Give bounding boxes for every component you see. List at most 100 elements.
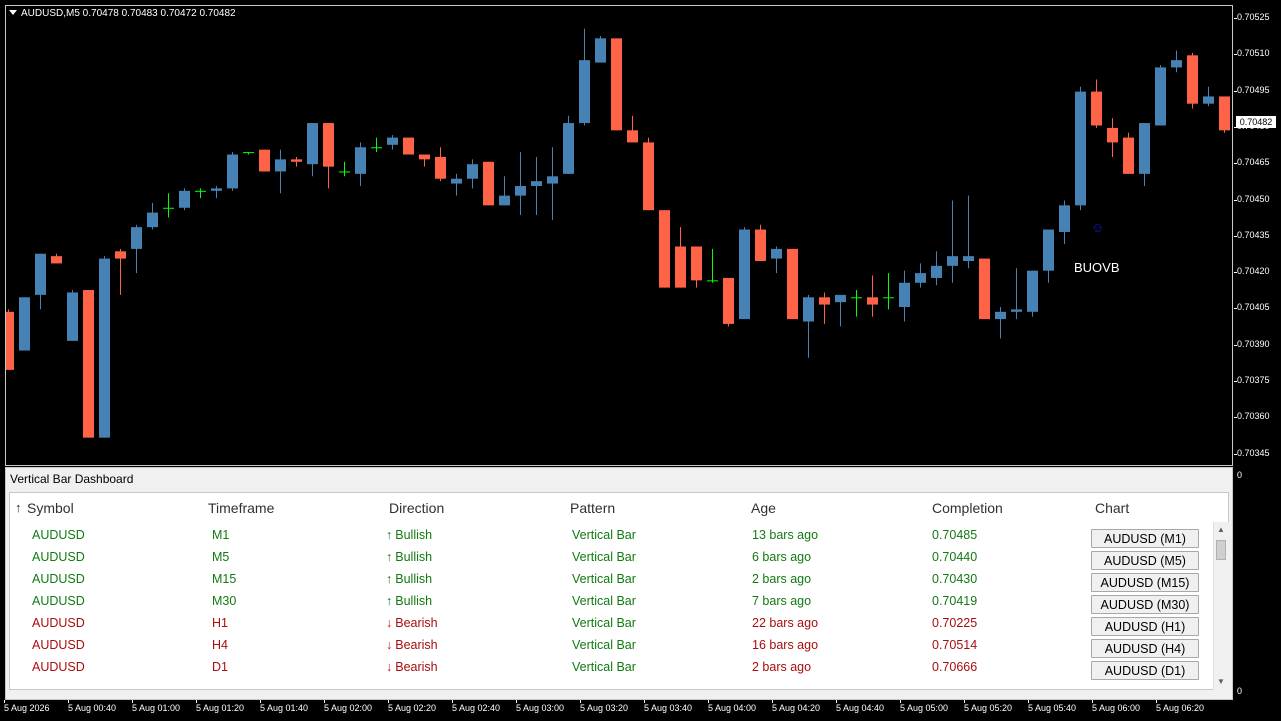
candle-body [707, 280, 718, 282]
main-chart[interactable]: AUDUSD,M5 0.70478 0.70483 0.70472 0.7048… [5, 5, 1233, 466]
candle [915, 263, 926, 288]
open-chart-button[interactable]: AUDUSD (M5) [1091, 551, 1199, 570]
chart-menu-triangle-icon[interactable] [9, 10, 17, 15]
row-direction: ↑ Bullish [386, 528, 432, 542]
candle [643, 137, 654, 211]
row-direction: ↓ Bearish [386, 638, 438, 652]
price-label: 0.70525 [1237, 12, 1270, 22]
candle [179, 188, 190, 211]
header-direction[interactable]: Direction [389, 500, 444, 516]
candle [19, 297, 30, 351]
row-symbol: AUDUSD [32, 616, 85, 630]
candle-body [179, 190, 190, 208]
candle-body [451, 178, 462, 184]
candle-body [147, 212, 158, 228]
scroll-down-icon[interactable]: ▼ [1217, 677, 1225, 686]
direction-label: Bullish [395, 550, 433, 564]
open-chart-button[interactable]: AUDUSD (M15) [1091, 573, 1199, 592]
candle-body [595, 38, 606, 63]
time-axis[interactable]: 5 Aug 2026 5 Aug 00:40 5 Aug 01:00 5 Aug 01… [0, 700, 1234, 721]
smiley-icon: ☺ [1091, 220, 1105, 235]
candle [403, 137, 414, 155]
row-timeframe: M1 [212, 528, 230, 542]
candle [467, 159, 478, 189]
candle [291, 156, 302, 167]
row-timeframe: D1 [212, 660, 228, 674]
candle [595, 35, 606, 63]
price-label: 0.70435 [1237, 229, 1270, 240]
candle-body [1075, 91, 1086, 206]
row-timeframe: H4 [212, 638, 228, 652]
candle [723, 277, 734, 327]
scroll-up-icon[interactable]: ▲ [1217, 525, 1225, 534]
row-completion: 0.70225 [932, 616, 978, 630]
price-label: 0.70360 [1237, 411, 1270, 422]
price-label: 0.70495 [1237, 84, 1270, 95]
candle [819, 292, 830, 324]
header-completion[interactable]: Completion [932, 500, 1003, 516]
row-age: 7 bars ago [752, 594, 812, 608]
down-arrow-icon: ↓ [386, 638, 393, 652]
open-chart-button[interactable]: AUDUSD (H1) [1091, 617, 1199, 636]
candlestick-chart[interactable] [6, 6, 1233, 466]
candle [563, 115, 574, 174]
indicator-scale-bottom: 0 [1237, 686, 1243, 696]
row-age: 2 bars ago [752, 572, 812, 586]
time-label: 5 Aug 02:20 [388, 703, 437, 713]
candle-body [1171, 60, 1182, 68]
time-label: 5 Aug 04:00 [708, 703, 757, 713]
candle-body [1027, 270, 1038, 312]
candle-body [195, 190, 206, 192]
current-price-tag: 0.70482 [1236, 116, 1276, 128]
candle [1011, 268, 1022, 320]
candle-body [803, 297, 814, 322]
candle [835, 294, 846, 327]
price-label: 0.70375 [1237, 375, 1270, 385]
price-label: 0.70405 [1237, 302, 1270, 313]
candle [355, 142, 366, 186]
candle-body [819, 297, 830, 305]
open-chart-button[interactable]: AUDUSD (H4) [1091, 639, 1199, 658]
candle-body [131, 227, 142, 249]
open-chart-button[interactable]: AUDUSD (M1) [1091, 529, 1199, 548]
candle-body [547, 176, 558, 184]
candle-body [1107, 127, 1118, 143]
candle [259, 149, 270, 172]
candle [163, 193, 174, 218]
candle [979, 258, 990, 320]
direction-label: Bullish [395, 594, 433, 608]
up-arrow-icon[interactable]: ↑ [15, 500, 22, 515]
candle-body [1187, 55, 1198, 104]
dashboard-table: ↑ Symbol Timeframe Direction Pattern Age… [9, 492, 1229, 690]
candle-body [115, 251, 126, 259]
header-timeframe[interactable]: Timeframe [208, 500, 274, 516]
scrollbar-thumb[interactable] [1216, 540, 1226, 560]
candle [531, 156, 542, 216]
candle [1219, 96, 1230, 133]
candle-body [339, 171, 350, 173]
time-label: 5 Aug 04:20 [772, 703, 821, 713]
candle [1171, 50, 1182, 73]
price-axis[interactable]: 0.705250.705100.704950.704800.704650.704… [1234, 0, 1281, 700]
candle-body [1219, 96, 1230, 131]
header-chart[interactable]: Chart [1095, 500, 1129, 516]
open-chart-button[interactable]: AUDUSD (D1) [1091, 661, 1199, 680]
header-age[interactable]: Age [751, 500, 776, 516]
row-pattern: Vertical Bar [572, 572, 636, 586]
candle-body [435, 156, 446, 179]
vertical-scrollbar[interactable]: ▲ ▼ [1213, 522, 1229, 690]
candle [1155, 64, 1166, 126]
candle-body [467, 164, 478, 179]
candle-body [291, 159, 302, 162]
row-completion: 0.70430 [932, 572, 978, 586]
candle [707, 248, 718, 283]
row-direction: ↑ Bullish [386, 550, 432, 564]
candle [1091, 79, 1102, 128]
candle [547, 147, 558, 220]
header-pattern[interactable]: Pattern [570, 500, 615, 516]
candle-body [387, 137, 398, 145]
open-chart-button[interactable]: AUDUSD (M30) [1091, 595, 1199, 614]
pattern-annotation-label: BUOVB [1074, 260, 1120, 275]
header-symbol[interactable]: Symbol [27, 500, 74, 516]
time-label: 5 Aug 01:40 [260, 703, 309, 713]
